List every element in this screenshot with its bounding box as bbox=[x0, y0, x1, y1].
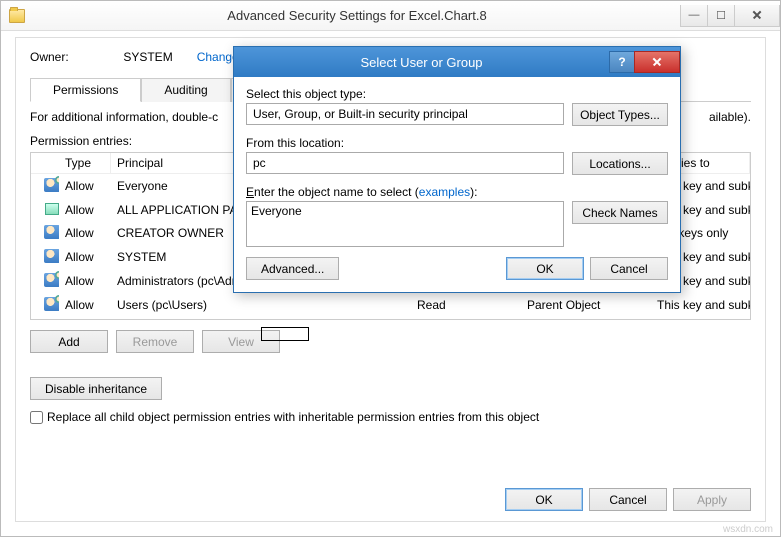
cell-type: Allow bbox=[59, 249, 111, 265]
info-text-right: ailable). bbox=[709, 110, 751, 124]
object-types-button[interactable]: Object Types... bbox=[572, 103, 668, 126]
cell-access: Read bbox=[411, 297, 521, 313]
locations-button[interactable]: Locations... bbox=[572, 152, 668, 175]
principal-icon bbox=[43, 296, 59, 312]
check-names-button[interactable]: Check Names bbox=[572, 201, 668, 224]
principal-icon bbox=[43, 224, 59, 240]
replace-children-row: Replace all child object permission entr… bbox=[30, 410, 751, 424]
tab-permissions[interactable]: Permissions bbox=[30, 78, 141, 102]
cell-type: Allow bbox=[59, 273, 111, 289]
maximize-button[interactable]: ☐ bbox=[707, 5, 735, 27]
owner-label: Owner: bbox=[30, 50, 120, 64]
dialog-bottom-row: Advanced... OK Cancel bbox=[246, 257, 668, 280]
info-text-left: For additional information, double-c bbox=[30, 110, 218, 124]
dialog-titlebar: Select User or Group ? bbox=[234, 47, 680, 77]
disable-inheritance-button[interactable]: Disable inheritance bbox=[30, 377, 162, 400]
owner-value: SYSTEM bbox=[123, 50, 193, 64]
close-icon bbox=[652, 57, 662, 67]
replace-children-label: Replace all child object permission entr… bbox=[47, 410, 539, 424]
examples-link[interactable]: examples bbox=[419, 185, 470, 199]
object-name-field[interactable] bbox=[246, 201, 564, 247]
main-ok-button[interactable]: OK bbox=[505, 488, 583, 511]
main-apply-button: Apply bbox=[673, 488, 751, 511]
location-label: From this location: bbox=[246, 136, 668, 150]
dialog-title: Select User or Group bbox=[234, 55, 609, 70]
principal-icon bbox=[43, 248, 59, 264]
dialog-body: Select this object type: Object Types...… bbox=[234, 77, 680, 292]
cell-applies: This key and subkeys bbox=[651, 297, 750, 313]
dialog-ok-button[interactable]: OK bbox=[506, 257, 584, 280]
main-title: Advanced Security Settings for Excel.Cha… bbox=[33, 8, 681, 23]
select-user-dialog: Select User or Group ? Select this objec… bbox=[233, 46, 681, 293]
cell-inherited: Parent Object bbox=[521, 297, 651, 313]
principal-icon bbox=[43, 177, 59, 193]
main-titlebar: Advanced Security Settings for Excel.Cha… bbox=[1, 1, 780, 31]
minimize-button[interactable]: — bbox=[680, 5, 708, 27]
window-controls: — ☐ bbox=[681, 5, 780, 27]
advanced-button[interactable]: Advanced... bbox=[246, 257, 339, 280]
table-row[interactable]: AllowUsers (pc\Users)ReadParent ObjectTh… bbox=[31, 293, 750, 317]
dialog-cancel-button[interactable]: Cancel bbox=[590, 257, 668, 280]
cell-type: Allow bbox=[59, 225, 111, 241]
close-icon bbox=[752, 10, 762, 20]
main-bottom-buttons: OK Cancel Apply bbox=[505, 488, 751, 511]
object-name-label: Enter the object name to select (example… bbox=[246, 185, 668, 199]
close-button[interactable] bbox=[734, 5, 780, 27]
replace-children-checkbox[interactable] bbox=[30, 411, 43, 424]
cell-principal: Users (pc\Users) bbox=[111, 297, 411, 313]
cell-type: Allow bbox=[59, 297, 111, 313]
col-type[interactable]: Type bbox=[59, 153, 111, 173]
object-type-label: Select this object type: bbox=[246, 87, 668, 101]
remove-button: Remove bbox=[116, 330, 194, 353]
folder-icon bbox=[9, 9, 25, 23]
dialog-help-button[interactable]: ? bbox=[609, 51, 635, 73]
add-button[interactable]: Add bbox=[30, 330, 108, 353]
source-watermark: wsxdn.com bbox=[723, 524, 773, 535]
location-field[interactable] bbox=[246, 152, 564, 174]
table-button-row: Add Remove View bbox=[30, 330, 751, 353]
main-cancel-button[interactable]: Cancel bbox=[589, 488, 667, 511]
cell-type: Allow bbox=[59, 202, 111, 218]
tab-auditing[interactable]: Auditing bbox=[141, 78, 230, 102]
object-type-field[interactable] bbox=[246, 103, 564, 125]
cell-type: Allow bbox=[59, 178, 111, 194]
principal-icon bbox=[43, 201, 59, 217]
dialog-close-button[interactable] bbox=[634, 51, 680, 73]
principal-icon bbox=[43, 272, 59, 288]
view-button: View bbox=[202, 330, 280, 353]
